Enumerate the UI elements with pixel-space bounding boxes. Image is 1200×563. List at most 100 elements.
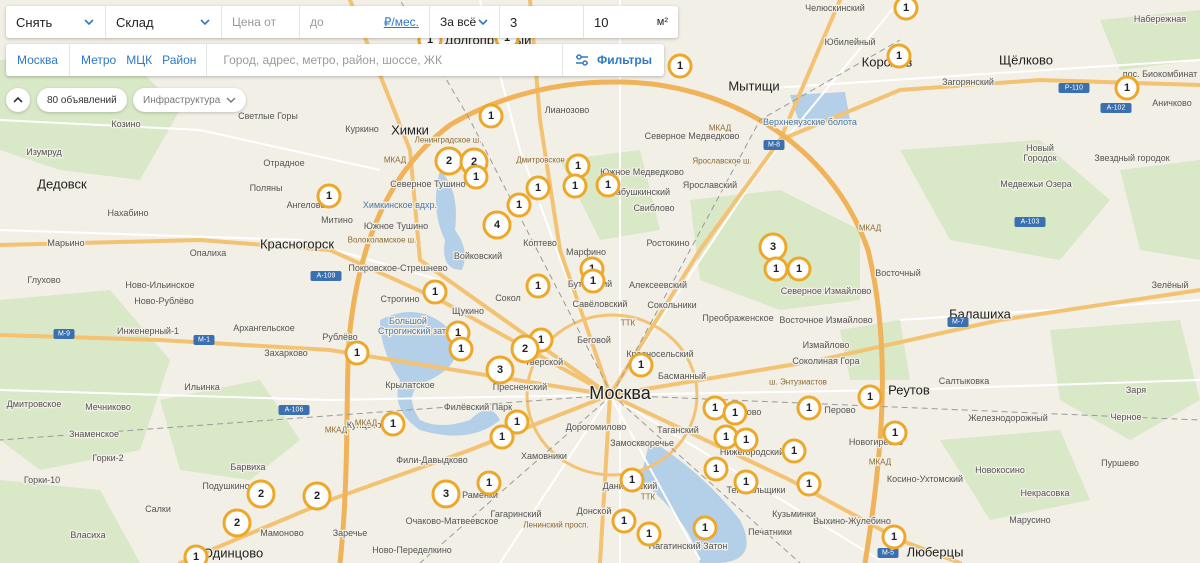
road-label: Ярославское ш. xyxy=(692,157,751,166)
marker-count: 1 xyxy=(354,347,360,359)
listing-cluster-marker[interactable]: 4 xyxy=(482,210,512,240)
listing-cluster-marker[interactable]: 1 xyxy=(463,164,489,190)
listing-cluster-marker[interactable]: 3 xyxy=(431,479,461,509)
listing-cluster-marker[interactable]: 1 xyxy=(882,420,908,446)
listing-cluster-marker[interactable]: 1 xyxy=(857,384,883,410)
marker-count: 1 xyxy=(867,391,873,403)
listing-cluster-marker[interactable]: 1 xyxy=(562,173,588,199)
listing-cluster-marker[interactable]: 1 xyxy=(344,340,370,366)
sliders-icon xyxy=(575,54,588,66)
listing-cluster-marker[interactable]: 1 xyxy=(886,43,912,69)
listing-cluster-marker[interactable]: 1 xyxy=(183,544,209,563)
marker-count: 2 xyxy=(522,343,528,355)
marker-count: 4 xyxy=(494,219,501,231)
listing-cluster-marker[interactable]: 3 xyxy=(758,232,788,262)
listing-cluster-marker[interactable]: 1 xyxy=(881,524,907,550)
listing-cluster-marker[interactable]: 1 xyxy=(476,470,502,496)
place-label: Измайлово xyxy=(803,340,850,350)
listing-cluster-marker[interactable]: 1 xyxy=(506,192,532,218)
place-label: Юбилейный xyxy=(824,37,875,47)
period-value: За всё xyxy=(440,15,477,29)
city-map[interactable]: МоскваХимкиМытищиКоролёв ЩёлковоКрасногор… xyxy=(0,0,1200,563)
listing-cluster-marker[interactable]: 1 xyxy=(733,427,759,453)
road-shield: М-9 xyxy=(53,329,75,339)
listing-cluster-marker[interactable]: 1 xyxy=(722,400,748,426)
listing-cluster-marker[interactable]: 1 xyxy=(565,153,591,179)
listing-cluster-marker[interactable]: 1 xyxy=(786,256,812,282)
place-label: Поляны xyxy=(250,183,283,193)
marker-count: 3 xyxy=(443,488,449,500)
listing-cluster-marker[interactable]: 1 xyxy=(525,273,551,299)
listings-count-badge[interactable]: 80 объявлений xyxy=(37,88,127,112)
place-label: Хамовники xyxy=(521,451,567,461)
listing-cluster-marker[interactable]: 2 xyxy=(302,481,332,511)
address-search-input[interactable]: Город, адрес, метро, район, шоссе, ЖК xyxy=(207,53,562,67)
listing-cluster-marker[interactable]: 3 xyxy=(485,355,515,385)
listing-cluster-marker[interactable]: 1 xyxy=(489,424,515,450)
marker-count: 1 xyxy=(605,179,611,191)
road-label: МКАД xyxy=(709,124,732,133)
marker-count: 1 xyxy=(193,551,199,563)
listing-cluster-marker[interactable]: 1 xyxy=(595,172,621,198)
listing-cluster-marker[interactable]: 1 xyxy=(580,268,606,294)
listing-cluster-marker[interactable]: 1 xyxy=(628,352,654,378)
listing-cluster-marker[interactable]: 1 xyxy=(448,336,474,362)
area-from-input[interactable]: 3 xyxy=(500,6,584,38)
city-label: Дедовск xyxy=(37,177,87,192)
listing-cluster-marker[interactable]: 2 xyxy=(510,334,540,364)
listing-cluster-marker[interactable]: 1 xyxy=(667,53,693,79)
filters-button[interactable]: Фильтры xyxy=(561,44,664,76)
place-label: Лианозово xyxy=(545,105,590,115)
listing-cluster-marker[interactable]: 1 xyxy=(702,395,728,421)
place-label: Дорогомилово xyxy=(566,422,627,432)
listing-cluster-marker[interactable]: 1 xyxy=(619,467,645,493)
listing-cluster-marker[interactable]: 2 xyxy=(434,146,464,176)
property-type-select[interactable]: Склад xyxy=(106,6,222,38)
water-label: Большой xyxy=(389,316,427,326)
listing-cluster-marker[interactable]: 1 xyxy=(692,515,718,541)
road-label: МКАД xyxy=(355,419,378,428)
road-shield-label: А-109 xyxy=(317,273,336,280)
listing-cluster-marker[interactable]: 2 xyxy=(222,508,252,538)
place-label: Аничково xyxy=(1152,98,1191,108)
place-label: Челюскинский xyxy=(805,3,865,13)
listing-cluster-marker[interactable]: 2 xyxy=(246,479,276,509)
price-to-input[interactable]: до ₽/мес. xyxy=(300,6,430,38)
listing-cluster-marker[interactable]: 1 xyxy=(703,456,729,482)
tab-metro[interactable]: Метро xyxy=(70,44,120,76)
marker-count: 1 xyxy=(1124,82,1130,94)
marker-count: 1 xyxy=(516,199,522,211)
currency-unit[interactable]: ₽/мес. xyxy=(384,15,419,29)
marker-count: 1 xyxy=(499,431,505,443)
listing-cluster-marker[interactable]: 1 xyxy=(1114,75,1140,101)
listing-cluster-marker[interactable]: 1 xyxy=(796,471,822,497)
listing-cluster-marker[interactable]: 1 xyxy=(636,521,662,547)
price-from-input[interactable]: Цена от xyxy=(222,6,300,38)
period-select[interactable]: За всё xyxy=(430,6,500,38)
collapse-button[interactable] xyxy=(6,88,30,112)
listing-cluster-marker[interactable]: 1 xyxy=(733,469,759,495)
area-to-value: 10 xyxy=(594,14,609,30)
listing-cluster-marker[interactable]: 1 xyxy=(611,508,637,534)
listing-cluster-marker[interactable]: 1 xyxy=(893,0,919,21)
road-label: МКАД xyxy=(869,458,892,467)
place-label: пос. Биокомбинат xyxy=(1123,69,1198,79)
infrastructure-toggle[interactable]: Инфраструктура xyxy=(133,88,247,112)
listing-cluster-marker[interactable]: 1 xyxy=(763,256,789,282)
marker-count: 1 xyxy=(806,402,812,414)
tab-moscow[interactable]: Москва xyxy=(6,44,70,76)
road-shield: Р-110 xyxy=(1058,83,1090,93)
listing-cluster-marker[interactable]: 1 xyxy=(713,424,739,450)
listing-cluster-marker[interactable]: 1 xyxy=(781,438,807,464)
listing-cluster-marker[interactable]: 1 xyxy=(796,395,822,421)
tab-district[interactable]: Район xyxy=(158,44,206,76)
listing-cluster-marker[interactable]: 1 xyxy=(525,175,551,201)
tab-mck[interactable]: МЦК xyxy=(120,44,158,76)
listing-cluster-marker[interactable]: 1 xyxy=(316,183,342,209)
listing-cluster-marker[interactable]: 1 xyxy=(478,103,504,129)
listing-cluster-marker[interactable]: 1 xyxy=(422,279,448,305)
area-to-input[interactable]: 10 м² xyxy=(584,6,678,38)
listing-cluster-marker[interactable]: 1 xyxy=(380,411,406,437)
deal-type-select[interactable]: Снять xyxy=(6,6,106,38)
place-label: Восточный xyxy=(875,268,921,278)
